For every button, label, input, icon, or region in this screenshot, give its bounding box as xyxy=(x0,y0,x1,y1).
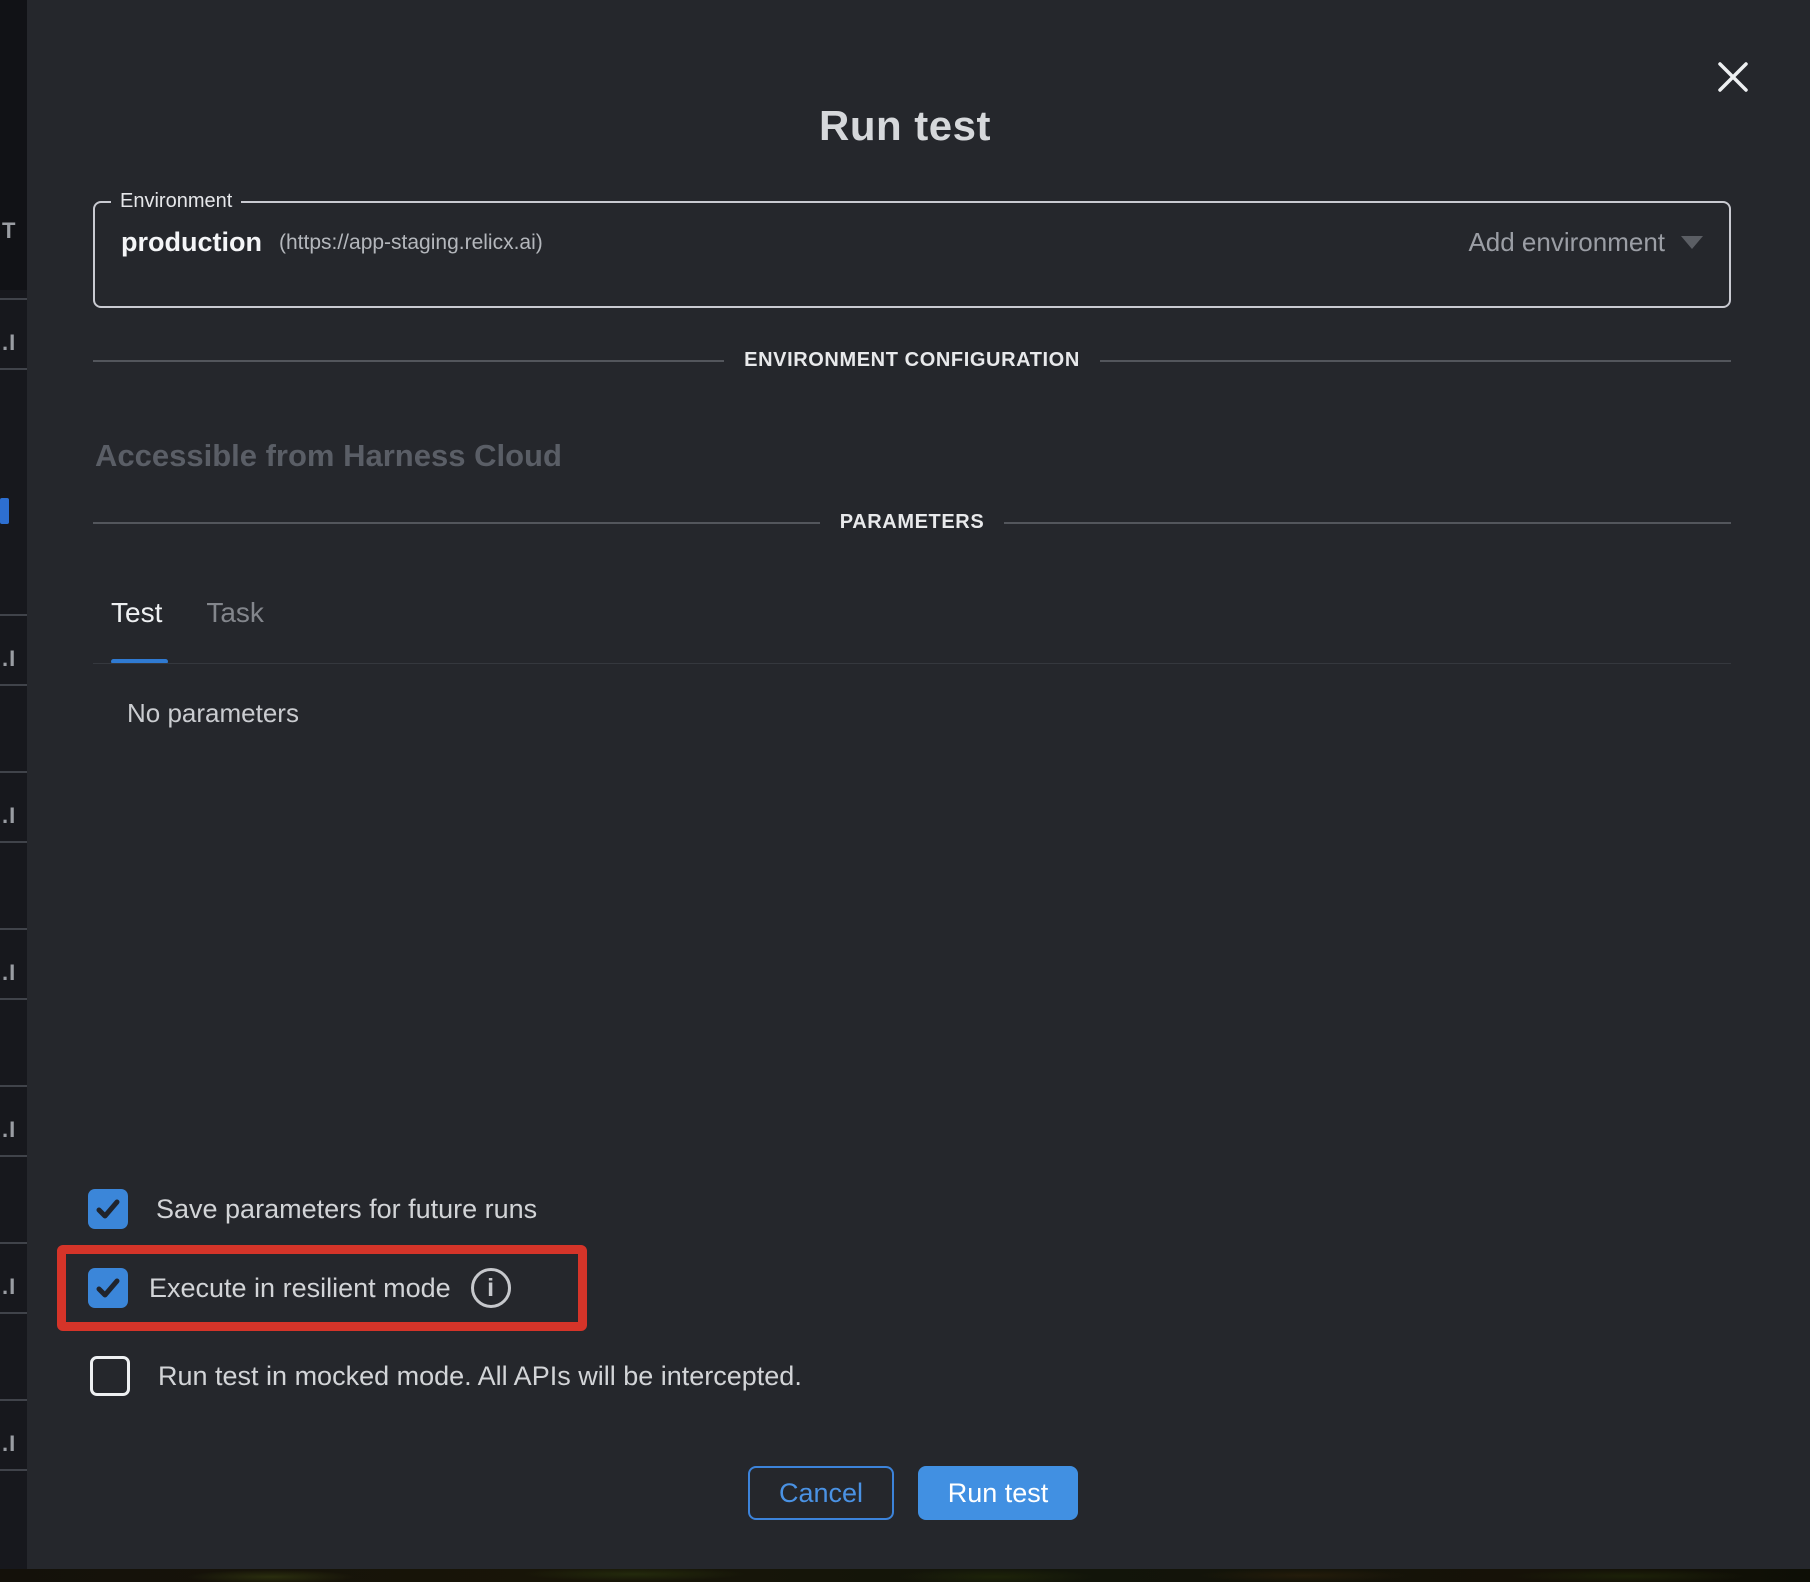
background-photo-strip xyxy=(0,1569,1810,1582)
tab-test[interactable]: Test xyxy=(111,597,162,629)
background-row-divider xyxy=(0,298,27,300)
parameters-heading: PARAMETERS xyxy=(820,511,1005,534)
cancel-button[interactable]: Cancel xyxy=(748,1466,894,1520)
background-text-fragment: .I xyxy=(2,960,16,986)
run-test-dialog: T .I .I .I .I .I .I .I Run test Environment pro… xyxy=(0,0,1810,1582)
background-text-fragment: .I xyxy=(2,1274,16,1300)
environment-url: (https://app-staging.relicx.ai) xyxy=(279,231,543,255)
checkbox-label: Run test in mocked mode. All APIs will b… xyxy=(158,1361,802,1392)
tabs-divider-line xyxy=(93,663,1731,664)
divider-line xyxy=(1100,360,1731,362)
divider-line xyxy=(93,522,820,524)
background-row-divider xyxy=(0,771,27,773)
background-blue-fragment xyxy=(0,498,9,524)
background-text-fragment: .I xyxy=(2,646,16,672)
background-row-divider xyxy=(0,368,27,370)
background-row-divider xyxy=(0,928,27,930)
tab-task[interactable]: Task xyxy=(206,597,264,629)
parameters-divider: PARAMETERS xyxy=(93,511,1731,534)
background-page-sliver: T .I .I .I .I .I .I .I xyxy=(0,0,27,1569)
mocked-mode-checkbox-row[interactable]: Run test in mocked mode. All APIs will b… xyxy=(90,1354,802,1398)
checkbox[interactable] xyxy=(88,1189,128,1229)
close-icon[interactable] xyxy=(1712,56,1754,98)
background-text-fragment: .I xyxy=(2,1431,16,1457)
background-text-fragment: .I xyxy=(2,1117,16,1143)
parameters-tabs: Test Task xyxy=(111,597,264,629)
background-row-divider xyxy=(0,998,27,1000)
background-text-fragment: .I xyxy=(2,330,16,356)
background-row-divider xyxy=(0,1155,27,1157)
divider-line xyxy=(1004,522,1731,524)
save-parameters-checkbox-row[interactable]: Save parameters for future runs xyxy=(88,1187,537,1231)
checkmark-icon xyxy=(94,1274,122,1302)
background-row-divider xyxy=(0,1242,27,1244)
background-row-divider xyxy=(0,1469,27,1471)
dialog-footer: Cancel Run test xyxy=(748,1466,1078,1520)
no-parameters-text: No parameters xyxy=(127,698,299,729)
background-row-divider xyxy=(0,841,27,843)
info-icon[interactable]: i xyxy=(471,1268,511,1308)
page-title: Run test xyxy=(0,102,1810,150)
environment-selector[interactable]: Environment production (https://app-stag… xyxy=(93,190,1731,308)
run-test-button[interactable]: Run test xyxy=(918,1466,1078,1520)
add-environment-button[interactable]: Add environment xyxy=(1468,227,1703,258)
background-row-divider xyxy=(0,1085,27,1087)
resilient-mode-highlight-box[interactable]: Execute in resilient mode i xyxy=(57,1245,587,1331)
environment-configuration-heading: ENVIRONMENT CONFIGURATION xyxy=(724,349,1100,372)
background-row-divider xyxy=(0,1312,27,1314)
checkbox[interactable] xyxy=(90,1356,130,1396)
background-row-divider xyxy=(0,684,27,686)
checkbox[interactable] xyxy=(88,1268,128,1308)
background-text-fragment: .I xyxy=(2,803,16,829)
environment-legend: Environment xyxy=(111,190,241,213)
accessible-note: Accessible from Harness Cloud xyxy=(95,438,562,474)
divider-line xyxy=(93,360,724,362)
chevron-down-icon xyxy=(1681,236,1703,249)
environment-name: production xyxy=(121,227,262,258)
checkbox-label: Save parameters for future runs xyxy=(156,1194,537,1225)
add-environment-label: Add environment xyxy=(1468,227,1665,258)
background-row-divider xyxy=(0,614,27,616)
environment-configuration-divider: ENVIRONMENT CONFIGURATION xyxy=(93,349,1731,372)
background-row-divider xyxy=(0,1399,27,1401)
checkmark-icon xyxy=(94,1195,122,1223)
checkbox-label: Execute in resilient mode xyxy=(149,1273,451,1304)
background-text-fragment: T xyxy=(2,218,16,244)
